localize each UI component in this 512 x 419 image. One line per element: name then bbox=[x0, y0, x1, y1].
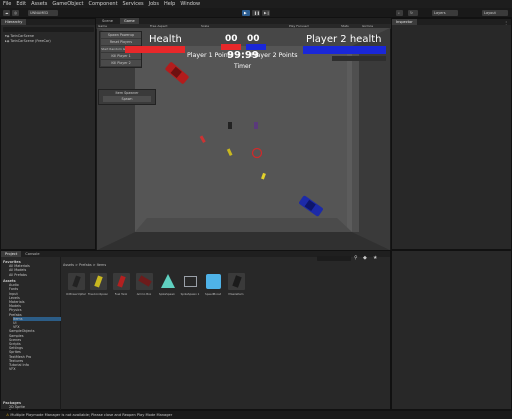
asset-label: OilPowerUpItem bbox=[66, 292, 86, 296]
hierarchy-search-input[interactable] bbox=[3, 27, 94, 32]
timer-label: Timer bbox=[234, 63, 252, 70]
play-button[interactable]: ▶ bbox=[242, 10, 250, 16]
asset-fuel-tank[interactable] bbox=[113, 273, 130, 290]
player1-score: 00 bbox=[225, 34, 238, 44]
hierarchy-panel: Hierarchy ▾◈ TwinCarScene ▸◈ TwinCarScen… bbox=[0, 18, 96, 250]
item-spawner-panel: Item Spawner Spawn bbox=[98, 89, 156, 105]
menu-help[interactable]: Help bbox=[164, 1, 175, 7]
project-tree: Favorites All Materials All Models All P… bbox=[1, 257, 61, 413]
label-icon[interactable]: ◆ bbox=[363, 255, 367, 261]
missile-icon bbox=[232, 275, 242, 288]
node-graph-icon bbox=[184, 276, 197, 287]
asset-label: SpikeSpawn 1 bbox=[180, 292, 200, 296]
asset-free-coin[interactable] bbox=[90, 273, 107, 290]
empty-panel bbox=[391, 250, 512, 410]
breadcrumb: Assets > Prefabs > Items bbox=[63, 263, 107, 267]
asset-ammo-box[interactable] bbox=[136, 273, 153, 290]
step-button[interactable]: ▶❙ bbox=[262, 10, 270, 16]
asset-speed-boost[interactable] bbox=[205, 273, 222, 290]
hierarchy-item[interactable]: ▸◈ TwinCarScene (FreeCar) bbox=[5, 39, 51, 43]
main-toolbar: ☁ ◎ UNNAMED ▶ ❚❚ ▶❙ ⌕ ↻ Layers Layout bbox=[0, 8, 512, 18]
coin-icon bbox=[94, 275, 103, 288]
menu-bar: File Edit Assets GameObject Component Se… bbox=[0, 0, 512, 8]
menu-edit[interactable]: Edit bbox=[16, 1, 26, 7]
oil-can-icon bbox=[72, 275, 81, 288]
tree-item[interactable]: VFX bbox=[9, 367, 16, 371]
item-spawner-title: Item Spawner bbox=[115, 91, 139, 95]
prefab-cube-icon bbox=[206, 274, 221, 289]
player2-bar-bg bbox=[332, 56, 386, 61]
asset-label: Fuel Tank bbox=[114, 292, 128, 296]
arena-pillar bbox=[347, 46, 359, 232]
filter-icon[interactable]: ⚲ bbox=[354, 255, 358, 261]
scene-tabbar: Scene Game Game Free Aspect Scale Play F… bbox=[96, 18, 391, 29]
health2-label: Player 2 health bbox=[306, 34, 382, 45]
arena-floor bbox=[135, 46, 352, 232]
star-icon[interactable]: ★ bbox=[373, 255, 377, 261]
ammo-item bbox=[254, 122, 258, 129]
asset-label: MissileItem bbox=[228, 292, 244, 296]
menu-services[interactable]: Services bbox=[123, 1, 144, 7]
fuel-tank-icon bbox=[117, 275, 126, 288]
history-icon[interactable]: ↻ bbox=[408, 10, 418, 16]
kebab-menu-icon[interactable]: ⋮ bbox=[504, 20, 508, 25]
tree-item-selected[interactable]: Items bbox=[13, 316, 61, 321]
player2-score: 00 bbox=[247, 34, 260, 44]
asset-missile[interactable] bbox=[228, 273, 245, 290]
player2-health-bar bbox=[303, 46, 386, 54]
game-view[interactable]: Spawn Powerup Reset Players Start Random… bbox=[97, 28, 390, 250]
search-icon[interactable]: ⌕ bbox=[396, 10, 403, 16]
spawn-powerup-button[interactable]: Spawn Powerup bbox=[101, 32, 141, 38]
layout-dropdown[interactable]: Layout bbox=[482, 10, 508, 16]
asset-label: SpikeSpawn bbox=[158, 292, 176, 296]
asset-spike-spawn-1[interactable] bbox=[182, 273, 199, 290]
tree-item[interactable]: All Prefabs bbox=[9, 273, 27, 277]
account-dropdown[interactable]: UNNAMED bbox=[28, 10, 58, 16]
kill-player1-button[interactable]: Kill Player 1 bbox=[101, 53, 141, 59]
pause-button[interactable]: ❚❚ bbox=[252, 10, 260, 16]
menu-component[interactable]: Component bbox=[89, 1, 118, 7]
arena-bottom-wall bbox=[97, 232, 390, 250]
player1-health-bar bbox=[125, 46, 185, 53]
asset-label: SpeedBoost bbox=[204, 292, 221, 296]
ammo-box-icon bbox=[138, 275, 152, 287]
tab-hierarchy[interactable]: Hierarchy bbox=[1, 19, 27, 25]
tab-inspector[interactable]: Inspector bbox=[392, 19, 417, 25]
asset-label: FreeCoinSpawn bbox=[88, 292, 108, 296]
status-message[interactable]: Multiple Playmode Manager is not availab… bbox=[10, 413, 172, 417]
spawn-prefab-icon bbox=[161, 274, 175, 288]
asset-oil-powerup[interactable] bbox=[68, 273, 85, 290]
layers-dropdown[interactable]: Layers bbox=[432, 10, 458, 16]
menu-gameobject[interactable]: GameObject bbox=[52, 1, 83, 7]
asset-label: Ammo Box bbox=[136, 292, 152, 296]
spawn-button[interactable]: Spawn bbox=[103, 96, 151, 102]
menu-assets[interactable]: Assets bbox=[31, 1, 47, 7]
account-icon[interactable]: ◎ bbox=[12, 10, 19, 16]
menu-file[interactable]: File bbox=[3, 1, 11, 7]
status-bar: ⚠ Multiple Playmode Manager is not avail… bbox=[0, 410, 512, 418]
inspector-panel: Inspector ⋮ bbox=[391, 18, 512, 250]
arena-ledge bbox=[135, 218, 352, 232]
project-search-input[interactable] bbox=[317, 256, 351, 261]
timer-value: 99:99 bbox=[227, 50, 259, 61]
health1-label: Health bbox=[149, 34, 182, 45]
asset-spike-spawn[interactable] bbox=[159, 273, 176, 290]
menu-jobs[interactable]: Jobs bbox=[149, 1, 159, 7]
menu-window[interactable]: Window bbox=[180, 1, 200, 7]
kill-player2-button[interactable]: Kill Player 2 bbox=[101, 60, 141, 66]
oil-item bbox=[228, 122, 232, 129]
cloud-icon[interactable]: ☁ bbox=[3, 10, 10, 16]
reset-players-button[interactable]: Reset Players bbox=[101, 39, 141, 45]
